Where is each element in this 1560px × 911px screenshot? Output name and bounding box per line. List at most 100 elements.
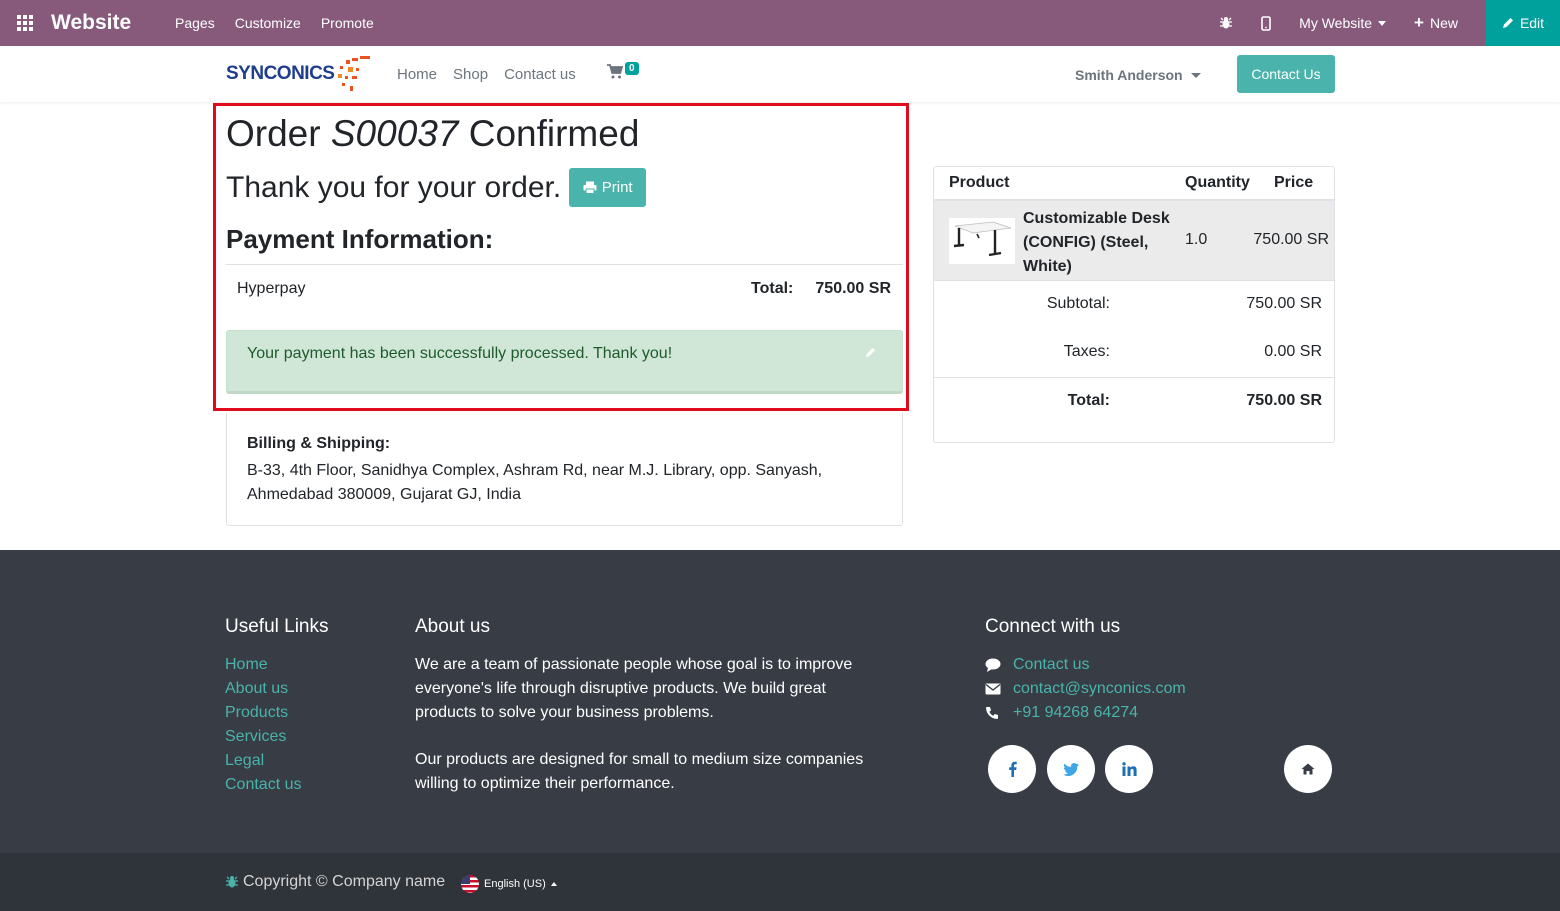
site-footer: Useful Links Home About us Products Serv…	[0, 550, 1560, 853]
pencil-icon	[1502, 18, 1513, 28]
connect-phone-item[interactable]: +91 94268 64274	[985, 701, 1186, 725]
taxes-label: Taxes:	[1063, 343, 1110, 360]
useful-links-list: Home About us Products Services Legal Co…	[225, 653, 301, 797]
linkedin-icon[interactable]	[1105, 745, 1153, 793]
title-suffix: Confirmed	[468, 113, 640, 154]
payment-total-label: Total:	[751, 280, 794, 297]
subtotal-label: Subtotal:	[1046, 295, 1110, 312]
menu-pages[interactable]: Pages	[175, 15, 215, 31]
billing-label: Billing & Shipping:	[247, 435, 391, 452]
new-button[interactable]: + New	[1414, 13, 1458, 33]
footer-link-services[interactable]: Services	[225, 725, 301, 749]
cart-count-badge: 0	[625, 62, 639, 75]
nav-shop[interactable]: Shop	[453, 66, 488, 83]
product-name[interactable]: Customizable Desk (CONFIG) (Steel, White…	[1023, 207, 1173, 279]
product-quantity: 1.0	[1185, 231, 1208, 248]
connect-title: Connect with us	[985, 616, 1121, 637]
header-price: Price	[1274, 174, 1314, 191]
print-button[interactable]: Print	[569, 168, 647, 207]
success-message: Your payment has been successfully proce…	[247, 345, 673, 362]
facebook-icon[interactable]	[988, 745, 1036, 793]
title-prefix: Order	[226, 113, 321, 154]
language-selector[interactable]: English (US)	[461, 875, 557, 893]
envelope-icon	[985, 683, 1013, 695]
print-label: Print	[601, 179, 633, 196]
printer-icon	[583, 181, 597, 194]
caret-down-icon	[1378, 20, 1387, 26]
connect-list: Contact us contact@synconics.com +91 942…	[985, 653, 1186, 725]
website-navbar: SYNCONICS Home Shop Contact us 0 Smith A…	[0, 46, 1560, 102]
connect-email-text: contact@synconics.com	[1013, 680, 1186, 697]
app-title: Website	[51, 11, 132, 34]
edit-button[interactable]: Edit	[1486, 0, 1560, 46]
caret-down-icon	[1190, 72, 1201, 78]
footer-link-about-us[interactable]: About us	[225, 677, 301, 701]
about-title: About us	[415, 616, 490, 637]
mobile-preview-icon[interactable]	[1261, 15, 1271, 31]
home-icon[interactable]	[1284, 745, 1332, 793]
about-paragraph-2: Our products are designed for small to m…	[415, 751, 864, 792]
subtotal-value: 750.00 SR	[1246, 295, 1322, 312]
twitter-icon[interactable]	[1047, 745, 1095, 793]
website-selector-label: My Website	[1299, 15, 1373, 31]
payment-total-value: 750.00 SR	[815, 280, 891, 297]
nav-home[interactable]: Home	[397, 66, 437, 83]
connect-phone-text: +91 94268 64274	[1013, 704, 1139, 721]
caret-up-icon	[550, 882, 557, 886]
about-text: We are a team of passionate people whose…	[415, 653, 875, 819]
footer-link-legal[interactable]: Legal	[225, 749, 301, 773]
us-flag-icon	[461, 875, 479, 893]
nav-contact-us[interactable]: Contact us	[504, 66, 576, 83]
bug-icon	[226, 876, 238, 888]
cart-link[interactable]: 0	[607, 62, 639, 79]
about-paragraph-1: We are a team of passionate people whose…	[415, 656, 853, 721]
menu-customize[interactable]: Customize	[235, 15, 301, 31]
user-menu[interactable]: Smith Anderson	[1075, 67, 1201, 83]
connect-email-item[interactable]: contact@synconics.com	[985, 677, 1186, 701]
copyright-text: Copyright © Company name	[243, 873, 446, 890]
new-button-label: New	[1429, 15, 1458, 31]
website-selector[interactable]: My Website	[1299, 15, 1387, 31]
plus-icon: +	[1414, 13, 1424, 32]
logo-graphic	[336, 56, 371, 92]
contact-us-button[interactable]: Contact Us	[1237, 55, 1335, 93]
user-name: Smith Anderson	[1075, 67, 1183, 83]
apps-menu-icon[interactable]	[0, 0, 50, 46]
footer-link-contact-us[interactable]: Contact us	[225, 773, 301, 797]
shopping-cart-icon	[607, 64, 623, 79]
thank-you-heading: Thank you for your order. Print	[226, 168, 647, 207]
total-value: 750.00 SR	[1246, 392, 1322, 409]
taxes-value: 0.00 SR	[1264, 343, 1322, 360]
admin-right-menu: My Website + New Edit	[1219, 0, 1560, 46]
footer-link-products[interactable]: Products	[225, 701, 301, 725]
copyright-bar: Copyright © Company name English (US)	[0, 853, 1560, 911]
header-product: Product	[949, 174, 1010, 191]
connect-contact-item[interactable]: Contact us	[985, 653, 1186, 677]
order-summary-card: Product Quantity Price Customizable Desk…	[933, 166, 1335, 443]
payment-row: Hyperpay Total: 750.00 SR	[226, 264, 903, 314]
footer-link-home[interactable]: Home	[225, 653, 301, 677]
main-nav-links: Home Shop Contact us	[397, 66, 592, 83]
order-number: S00037	[330, 113, 459, 154]
phone-icon	[985, 706, 1013, 720]
admin-menu: Pages Customize Promote	[175, 15, 394, 31]
header-quantity: Quantity	[1185, 174, 1250, 191]
payment-success-alert: Your payment has been successfully proce…	[226, 330, 903, 394]
billing-shipping-card: Billing & Shipping: B-33, 4th Floor, San…	[226, 413, 903, 526]
product-image[interactable]	[949, 218, 1015, 264]
menu-promote[interactable]: Promote	[321, 15, 374, 31]
logo-text: SYNCONICS	[226, 63, 335, 84]
payment-method: Hyperpay	[237, 280, 306, 297]
product-price: 750.00 SR	[1253, 231, 1329, 248]
billing-address: B-33, 4th Floor, Sanidhya Complex, Ashra…	[247, 462, 823, 503]
pencil-icon[interactable]	[865, 347, 876, 358]
table-row: Customizable Desk (CONFIG) (Steel, White…	[934, 201, 1334, 281]
page-title: Order S00037 Confirmed	[226, 113, 639, 155]
summary-divider	[934, 377, 1334, 378]
useful-links-title: Useful Links	[225, 616, 329, 637]
admin-topbar: Website Pages Customize Promote My Websi…	[0, 0, 1560, 46]
payment-info-heading: Payment Information:	[226, 224, 494, 254]
debug-bug-icon[interactable]	[1219, 16, 1233, 30]
company-logo[interactable]: SYNCONICS	[226, 56, 371, 92]
total-label: Total:	[1067, 392, 1110, 409]
